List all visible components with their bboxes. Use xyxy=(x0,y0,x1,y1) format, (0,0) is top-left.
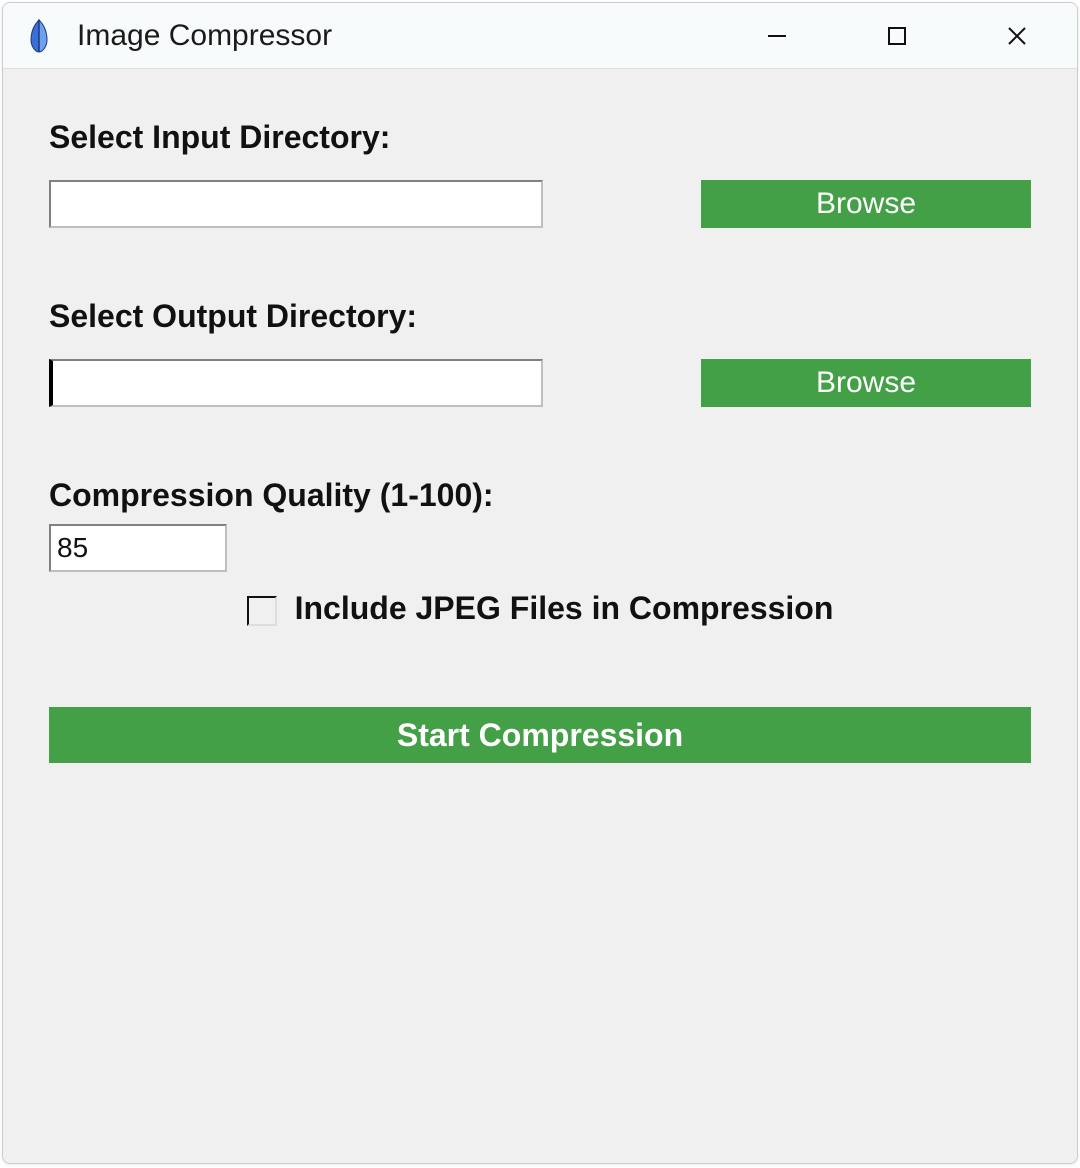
quality-block: Compression Quality (1-100): xyxy=(49,477,1031,572)
include-jpeg-row: Include JPEG Files in Compression xyxy=(49,590,1031,627)
output-dir-row: Browse xyxy=(49,359,1031,407)
close-button[interactable] xyxy=(957,3,1077,68)
input-dir-label: Select Input Directory: xyxy=(49,119,1031,156)
include-jpeg-checkbox[interactable] xyxy=(247,596,277,626)
maximize-button[interactable] xyxy=(837,3,957,68)
close-icon xyxy=(1005,24,1029,48)
window-title: Image Compressor xyxy=(77,19,717,53)
start-compression-button[interactable]: Start Compression xyxy=(49,707,1031,763)
output-dir-field[interactable] xyxy=(49,359,543,407)
minimize-icon xyxy=(765,24,789,48)
app-window: Image Compressor Select Input Directory:… xyxy=(2,2,1078,1164)
input-dir-row: Browse xyxy=(49,180,1031,228)
input-dir-field[interactable] xyxy=(49,180,543,228)
titlebar: Image Compressor xyxy=(3,3,1077,69)
quality-label: Compression Quality (1-100): xyxy=(49,477,1031,514)
feather-icon xyxy=(21,18,57,54)
browse-input-button[interactable]: Browse xyxy=(701,180,1031,228)
minimize-button[interactable] xyxy=(717,3,837,68)
quality-field[interactable] xyxy=(49,524,227,572)
window-controls xyxy=(717,3,1077,68)
output-dir-label: Select Output Directory: xyxy=(49,298,1031,335)
client-area: Select Input Directory: Browse Select Ou… xyxy=(3,69,1077,1163)
browse-output-button[interactable]: Browse xyxy=(701,359,1031,407)
include-jpeg-label: Include JPEG Files in Compression xyxy=(295,590,834,627)
maximize-icon xyxy=(886,25,908,47)
